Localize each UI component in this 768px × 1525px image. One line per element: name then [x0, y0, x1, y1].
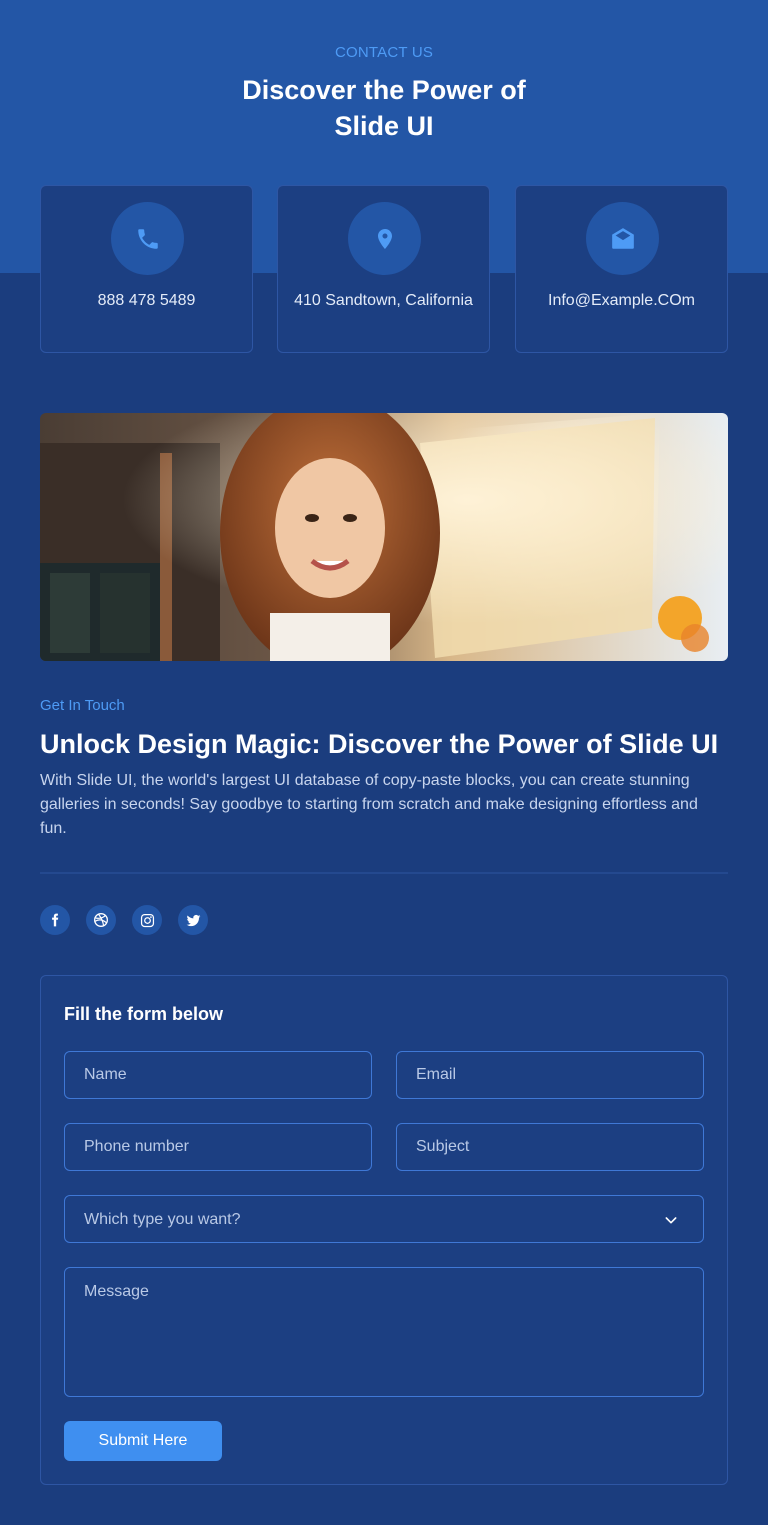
type-select-value: Which type you want?: [84, 1211, 241, 1228]
divider: [40, 872, 728, 874]
contact-card-email[interactable]: Info@Example.COm: [515, 185, 728, 353]
phone-icon: [111, 202, 184, 275]
dribbble-icon[interactable]: [86, 905, 116, 935]
facebook-icon[interactable]: [40, 905, 70, 935]
mail-open-icon: [586, 202, 659, 275]
instagram-icon[interactable]: [132, 905, 162, 935]
page-title: Discover the Power of Slide UI: [242, 75, 526, 141]
submit-button[interactable]: Submit Here: [64, 1421, 222, 1461]
phone-input[interactable]: [64, 1123, 372, 1171]
contact-card-phone[interactable]: 888 478 5489: [40, 185, 253, 353]
form-title: Fill the form below: [64, 1004, 224, 1024]
contact-card-address[interactable]: 410 Sandtown, California: [277, 185, 490, 353]
name-input[interactable]: [64, 1051, 372, 1099]
chevron-down-icon: [663, 1212, 679, 1233]
location-pin-icon: [348, 202, 421, 275]
contact-email-text: Info@Example.COm: [548, 292, 695, 309]
message-textarea[interactable]: [64, 1267, 704, 1397]
contact-form: Fill the form below Which type you want?…: [40, 975, 728, 1485]
section-title: Unlock Design Magic: Discover the Power …: [40, 729, 719, 759]
type-select[interactable]: Which type you want?: [64, 1195, 704, 1243]
hero-photo: [40, 413, 728, 661]
contact-phone-text: 888 478 5489: [97, 292, 196, 309]
section-description: With Slide UI, the world's largest UI da…: [40, 772, 698, 837]
twitter-icon[interactable]: [178, 905, 208, 935]
section-kicker: Get In Touch: [40, 697, 125, 714]
subject-input[interactable]: [396, 1123, 704, 1171]
contact-address-text: 410 Sandtown, California: [294, 292, 473, 309]
section-eyebrow: CONTACT US: [334, 44, 434, 61]
social-links: [40, 905, 208, 935]
email-input[interactable]: [396, 1051, 704, 1099]
